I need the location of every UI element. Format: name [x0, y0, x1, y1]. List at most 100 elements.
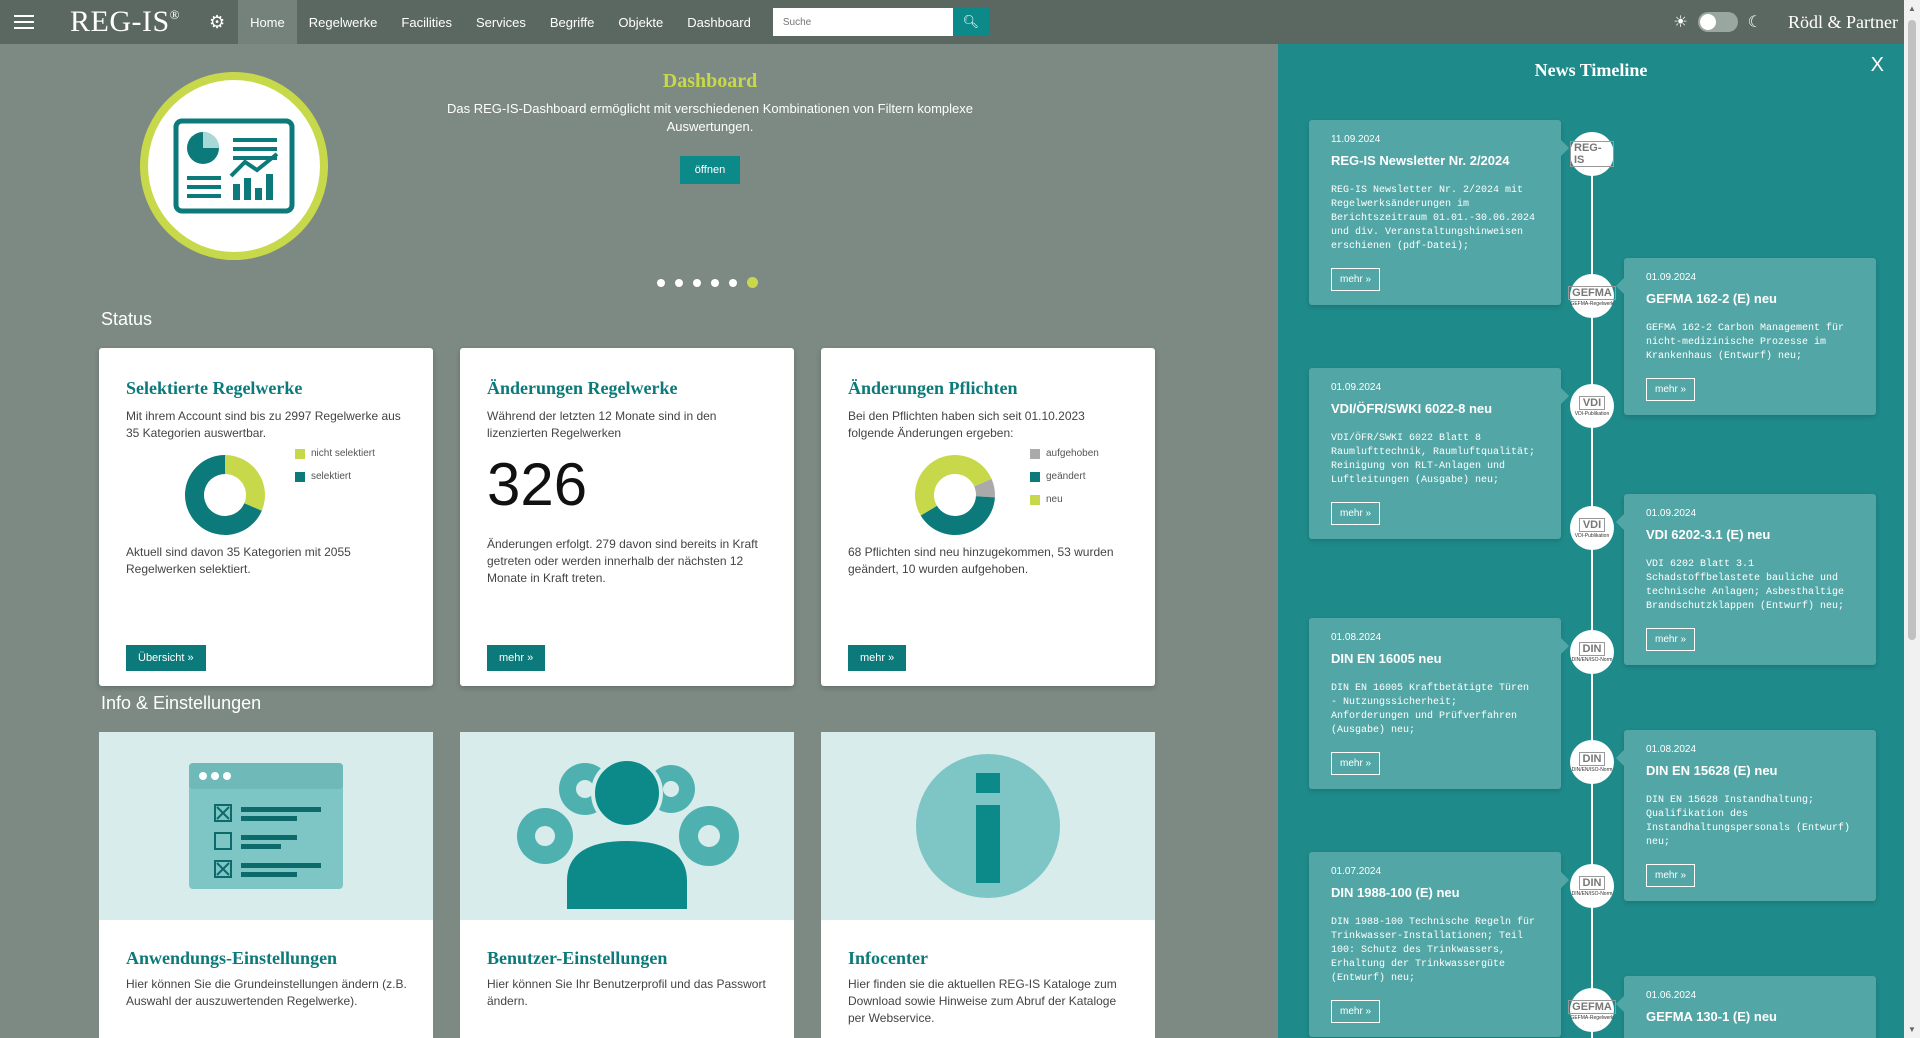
news-item-body: DIN EN 15628 Instandhaltung; Qualifikati… — [1646, 795, 1851, 848]
scrollbar-thumb[interactable] — [1908, 20, 1916, 640]
news-logo-node: DIN DIN/EN/ISO-Norm — [1570, 630, 1614, 674]
changes-count: 326 — [487, 451, 588, 518]
mehr-button[interactable]: mehr » — [487, 645, 546, 671]
carousel-dot[interactable] — [711, 278, 719, 287]
legend-item: aufgehoben — [1030, 442, 1099, 465]
news-item: 01.09.2024 VDI 6202-3.1 (E) neu VDI 6202… — [1616, 494, 1876, 665]
moon-icon: ☾ — [1747, 14, 1762, 31]
news-date: 11.09.2024 — [1331, 134, 1381, 145]
menu-icon[interactable] — [0, 0, 48, 44]
search-button[interactable]: 🔍︎ — [952, 8, 989, 36]
uebersicht-button[interactable]: Übersicht » — [126, 645, 206, 671]
scrollbar[interactable]: ▲ ▼ — [1904, 0, 1920, 1038]
card-benutzer-einstellungen[interactable]: Benutzer-Einstellungen Hier können Sie I… — [460, 732, 794, 1038]
hero-title: Dashboard — [662, 70, 758, 92]
search-icon: 🔍︎ — [962, 14, 980, 29]
card-title: Anwendungs-Einstellungen — [126, 948, 338, 968]
card-foot: Aktuell sind davon 35 Kategorien mit 205… — [126, 545, 351, 576]
mehr-button[interactable]: mehr » — [848, 645, 907, 671]
nav-regelwerke[interactable]: Regelwerke — [297, 0, 390, 44]
news-mehr-button[interactable]: mehr » — [1331, 752, 1381, 775]
card-title: Benutzer-Einstellungen — [487, 948, 668, 968]
legend-item: geändert — [1030, 465, 1099, 488]
card-desc: Hier können Sie die Grundeinstellungen ä… — [126, 977, 407, 1008]
news-item-title: REG-IS Newsletter Nr. 2/2024 — [1331, 153, 1510, 168]
hero-text: Das REG-IS-Dashboard ermöglicht mit vers… — [446, 101, 974, 134]
main-nav: Home Regelwerke Facilities Services Begr… — [238, 0, 763, 44]
news-item-title: VDI 6202-3.1 (E) neu — [1646, 527, 1771, 542]
news-item: 01.06.2024 GEFMA 130-1 (E) neu — [1616, 976, 1876, 1038]
theme-toggle[interactable] — [1697, 12, 1738, 32]
news-date: 01.09.2024 — [1646, 272, 1697, 283]
news-mehr-button[interactable]: mehr » — [1646, 378, 1696, 401]
news-logo-node: GEFMA GEFMA-Regelwerk — [1568, 988, 1616, 1032]
news-mehr-button[interactable]: mehr » — [1646, 628, 1696, 651]
nav-begriffe[interactable]: Begriffe — [538, 0, 607, 44]
news-item-title: GEFMA 162-2 (E) neu — [1646, 291, 1777, 306]
carousel-dot-active[interactable] — [747, 277, 758, 288]
news-mehr-button[interactable]: mehr » — [1646, 864, 1696, 887]
news-date: 01.06.2024 — [1646, 990, 1697, 1001]
carousel-dot[interactable] — [693, 278, 701, 287]
carousel-dot[interactable] — [675, 278, 683, 287]
news-mehr-button[interactable]: mehr » — [1331, 268, 1381, 291]
card-selektierte-regelwerke: Selektierte Regelwerke Mit ihrem Account… — [99, 348, 433, 686]
news-item-body: DIN EN 16005 Kraftbetätigte Türen - Nutz… — [1331, 683, 1530, 736]
nav-services[interactable]: Services — [464, 0, 538, 44]
news-item: 01.08.2024 DIN EN 16005 neu DIN EN 16005… — [1309, 618, 1569, 789]
carousel-dots — [657, 277, 758, 288]
scroll-up-icon[interactable]: ▲ — [1908, 4, 1916, 13]
news-date: 01.07.2024 — [1331, 866, 1382, 877]
news-item-body: VDI/ÖFR/SWKI 6022 Blatt 8 Raumlufttechni… — [1331, 433, 1536, 486]
card-image — [460, 732, 794, 920]
card-desc: Hier finden sie die aktuellen REG-IS Kat… — [848, 977, 1117, 1025]
nav-facilities[interactable]: Facilities — [389, 0, 464, 44]
search-input[interactable] — [772, 8, 953, 36]
card-foot: Änderungen erfolgt. 279 davon sind berei… — [487, 537, 758, 585]
news-logo-node: GEFMA GEFMA-Regelwerk — [1568, 274, 1616, 318]
card-infocenter[interactable]: Infocenter Hier finden sie die aktuellen… — [821, 732, 1155, 1038]
nav-home[interactable]: Home — [238, 0, 297, 44]
news-mehr-button[interactable]: mehr » — [1331, 1000, 1381, 1023]
card-image — [99, 732, 433, 920]
top-navigation-bar: REG-IS® ⚙ Home Regelwerke Facilities Ser… — [0, 0, 1920, 44]
card-title: Änderungen Pflichten — [848, 378, 1018, 398]
carousel-dot[interactable] — [657, 278, 665, 287]
news-item-title: DIN EN 16005 neu — [1331, 651, 1442, 666]
pie-chart-pflichten — [915, 455, 995, 535]
card-title: Selektierte Regelwerke — [126, 378, 303, 398]
legend-item: selektiert — [295, 465, 375, 488]
pie-chart-selektiert — [185, 455, 265, 535]
card-title: Änderungen Regelwerke — [487, 378, 678, 398]
news-logo-node: DIN DIN/EN/ISO-Norm — [1570, 864, 1614, 908]
checklist-icon — [189, 763, 343, 889]
news-logo-node: VDI VDI-Publikation — [1570, 384, 1614, 428]
news-date: 01.09.2024 — [1646, 508, 1697, 519]
info-icon — [916, 754, 1060, 898]
card-desc: Mit ihrem Account sind bis zu 2997 Regel… — [126, 409, 401, 440]
scroll-down-icon[interactable]: ▼ — [1908, 1025, 1916, 1034]
close-icon[interactable]: X — [1871, 54, 1884, 77]
card-anwendungs-einstellungen[interactable]: Anwendungs-Einstellungen Hier können Sie… — [99, 732, 433, 1038]
nav-objekte[interactable]: Objekte — [606, 0, 675, 44]
top-right-controls: ☀ ☾ Rödl & Partner — [1673, 0, 1898, 44]
card-desc: Hier können Sie Ihr Benutzerprofil und d… — [487, 977, 766, 1008]
carousel-dot[interactable] — [729, 278, 737, 287]
news-item-body: GEFMA 162-2 Carbon Management für nicht-… — [1646, 323, 1845, 362]
gear-icon[interactable]: ⚙ — [204, 12, 230, 33]
news-item: 11.09.2024 REG-IS Newsletter Nr. 2/2024 … — [1309, 120, 1569, 305]
brand-logo: Rödl & Partner — [1788, 11, 1898, 32]
nav-dashboard[interactable]: Dashboard — [675, 0, 763, 44]
news-logo-node: REG-IS — [1570, 132, 1614, 176]
news-logo-node: DIN DIN/EN/ISO-Norm — [1570, 740, 1614, 784]
news-mehr-button[interactable]: mehr » — [1331, 502, 1381, 525]
chart-legend: nicht selektiert selektiert — [295, 442, 375, 488]
card-foot: 68 Pflichten sind neu hinzugekommen, 53 … — [848, 545, 1114, 576]
news-date: 01.08.2024 — [1331, 632, 1382, 643]
info-heading: Info & Einstellungen — [101, 693, 262, 713]
app-logo[interactable]: REG-IS® — [70, 5, 180, 39]
news-date: 01.08.2024 — [1646, 744, 1697, 755]
hero-open-button[interactable]: öffnen — [680, 156, 740, 184]
news-item: 01.08.2024 DIN EN 15628 (E) neu DIN EN 1… — [1616, 730, 1876, 901]
news-item-title: DIN 1988-100 (E) neu — [1331, 885, 1460, 900]
